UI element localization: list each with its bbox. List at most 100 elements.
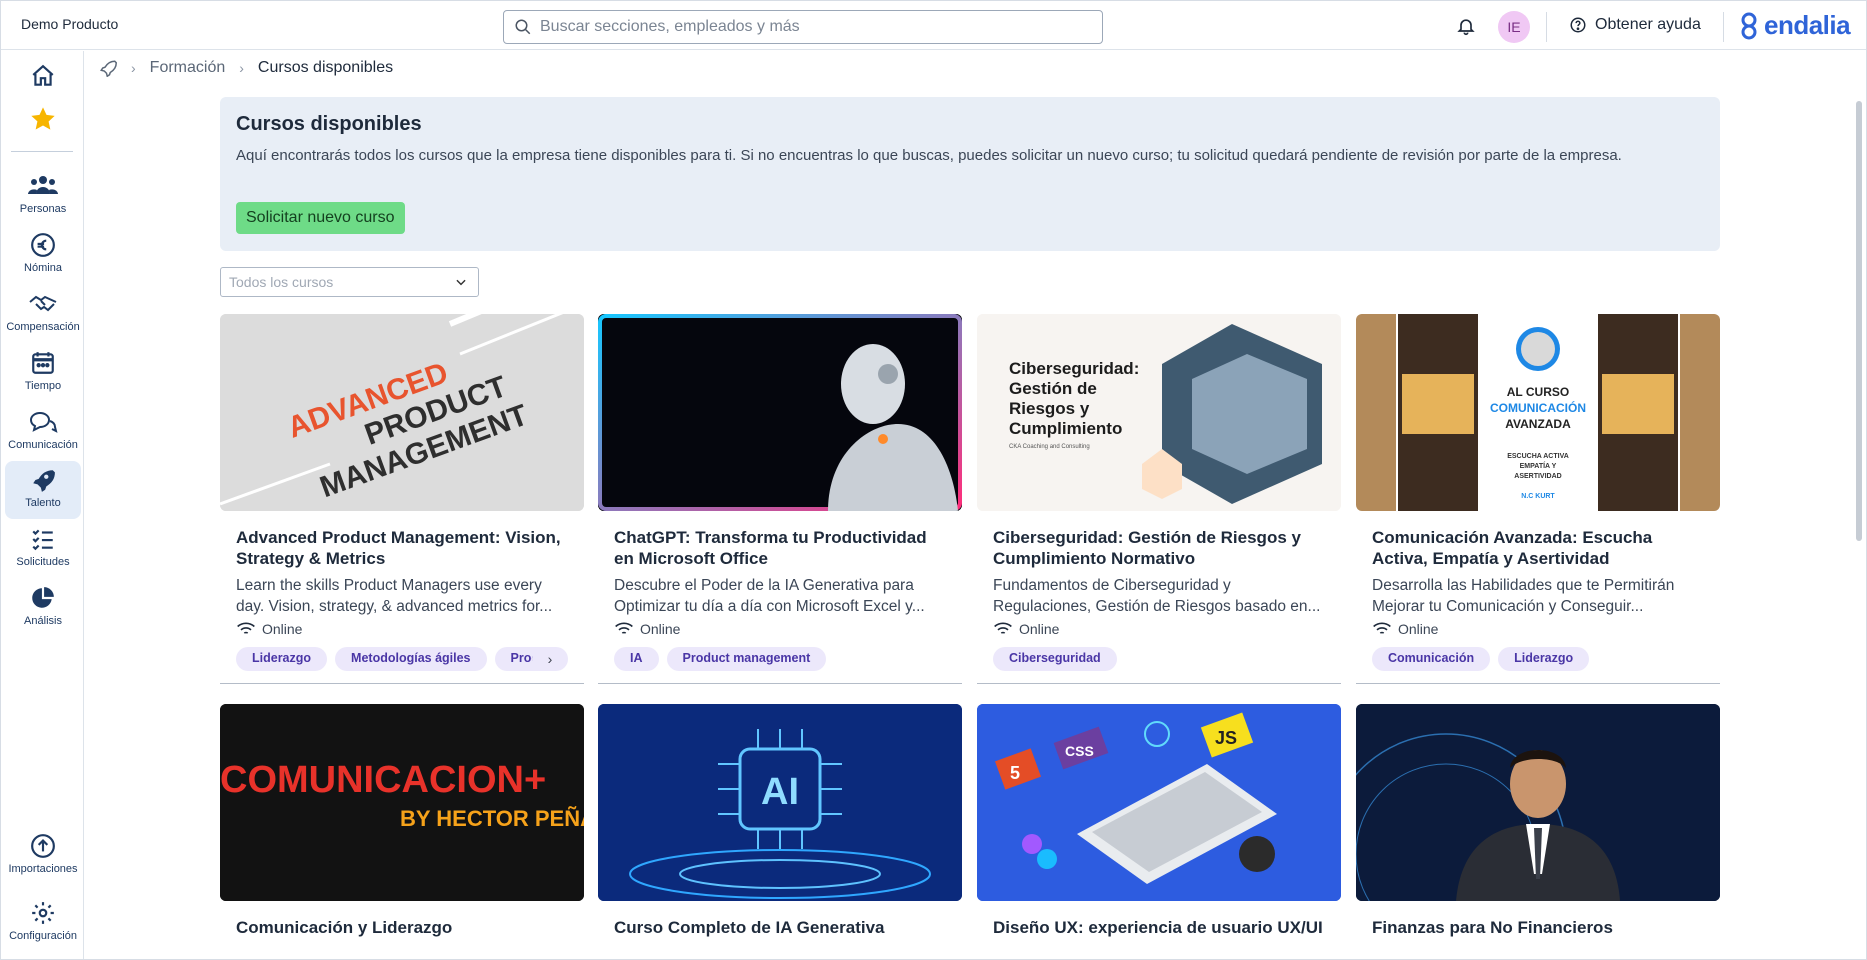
card-divider [220,683,584,684]
course-thumbnail: Ciberseguridad: Gestión de Riesgos y Cum… [977,314,1341,511]
course-image: Ciberseguridad: Gestión de Riesgos y Cum… [977,314,1341,511]
sidebar-item-label: Talento [25,497,61,509]
thumb-text: COMUNICACION+ [220,759,546,801]
tag[interactable]: Metodologías ágiles [335,647,487,671]
breadcrumb-formacion[interactable]: Formación [150,59,226,77]
course-image: AI [598,704,962,901]
course-title[interactable]: Comunicación y Liderazgo [236,917,568,941]
course-card[interactable]: AI Curso Completo de IA Generativa [598,704,962,941]
course-thumbnail: AI [598,704,962,901]
page-title: Cursos disponibles [236,113,422,135]
sidebar-item-label: Tiempo [24,380,62,392]
euro-icon [31,233,55,257]
sidebar-item-configuracion[interactable]: Configuración [5,894,81,952]
thumb-text: JS [1215,728,1237,748]
thumb-text: CKA Coaching and Consulting [1009,444,1090,450]
course-card[interactable]: ChatGPT: Transforma tu Productividad en … [598,314,962,684]
course-mode-label: Online [1019,621,1060,637]
bell-icon[interactable] [1456,15,1476,37]
sidebar-item-home[interactable] [5,57,81,97]
course-card[interactable]: ADVANCED PRODUCT MANAGEMENT Advanced Pro… [220,314,584,684]
course-image: AL CURSO COMUNICACIÓN AVANZADA ESCUCHA A… [1356,314,1720,511]
sidebar-item-compensacion[interactable]: Compensación [5,285,81,343]
course-tags: IA Product management [614,647,946,671]
course-title[interactable]: Ciberseguridad: Gestión de Riesgos y Cum… [993,527,1325,569]
sidebar-item-label: Solicitudes [16,556,70,568]
thumb-text: Cumplimiento [1009,419,1122,438]
course-card[interactable]: Finanzas para No Financieros [1356,704,1720,941]
info-panel: Cursos disponibles Aquí encontrarás todo… [220,97,1720,251]
thumb-text: Riesgos y [1009,399,1090,418]
request-course-button[interactable]: Solicitar nuevo curso [236,202,405,234]
sidebar-item-favorites[interactable] [5,99,81,139]
divider [1723,12,1724,42]
sidebar-item-comunicacion[interactable]: Comunicación [5,403,81,461]
tag[interactable]: Liderazgo [236,647,328,671]
course-image [598,314,962,511]
sidebar-item-label: Importaciones [8,863,78,875]
course-title[interactable]: Comunicación Avanzada: Escucha Activa, E… [1372,527,1704,569]
course-mode-label: Online [262,621,303,637]
global-search[interactable] [503,10,1103,44]
app-window: Demo Producto IE Obtener ayuda endalia P… [0,0,1867,960]
tag[interactable]: Ciberseguridad [993,647,1117,671]
course-filter-value: Todos los cursos [229,274,334,290]
wifi-icon [237,622,255,634]
help-label: Obtener ayuda [1595,16,1701,33]
thumb-text: EMPATÍA Y [1520,461,1557,470]
course-image: COMUNICACION+ BY HECTOR PEÑA [220,704,584,901]
chevron-right-icon: › [239,60,244,76]
help-button[interactable]: Obtener ayuda [1569,16,1701,34]
sidebar-item-label: Configuración [9,930,77,942]
brand-name: endalia [1764,10,1851,40]
course-image: 5 CSS JS [977,704,1341,901]
rocket-icon[interactable] [99,59,117,77]
scrollbar-thumb[interactable] [1856,101,1862,541]
sidebar-item-talento[interactable]: Talento [5,461,81,519]
tags-scroll-button[interactable]: › [532,647,568,671]
card-divider [977,683,1341,684]
home-icon [32,64,54,86]
tag[interactable]: IA [614,647,659,671]
sidebar: Personas Nómina Compensación Tiempo Comu… [1,51,84,959]
course-card[interactable]: 5 CSS JS Diseño UX: experiencia de usuar… [977,704,1341,941]
search-input[interactable] [540,18,1080,36]
company-name[interactable]: Demo Producto [21,16,118,32]
thumb-text: Ciberseguridad: [1009,359,1139,378]
course-title[interactable]: ChatGPT: Transforma tu Productividad en … [614,527,946,569]
sidebar-item-solicitudes[interactable]: Solicitudes [5,520,81,578]
course-thumbnail [598,314,962,511]
wifi-icon [994,622,1012,634]
sidebar-item-personas[interactable]: Personas [5,167,81,225]
course-card[interactable]: AL CURSO COMUNICACIÓN AVANZADA ESCUCHA A… [1356,314,1720,684]
course-card[interactable]: Ciberseguridad: Gestión de Riesgos y Cum… [977,314,1341,684]
course-title[interactable]: Finanzas para No Financieros [1372,917,1704,941]
course-filter-select[interactable]: Todos los cursos [220,267,479,297]
course-mode: Online [614,621,946,637]
thumb-text: Gestión de [1009,379,1097,398]
course-thumbnail: AL CURSO COMUNICACIÓN AVANZADA ESCUCHA A… [1356,314,1720,511]
course-tags: Liderazgo Metodologías ágiles Prod › [236,647,568,671]
course-description: Fundamentos de Ciberseguridad y Regulaci… [993,577,1321,615]
thumb-text: AL CURSO [1507,385,1569,399]
course-description: Descubre el Poder de la IA Generativa pa… [614,577,925,615]
sidebar-item-analisis[interactable]: Análisis [5,579,81,637]
sidebar-item-importaciones[interactable]: Importaciones [5,827,81,885]
course-title[interactable]: Advanced Product Management: Vision, Str… [236,527,568,569]
star-icon [31,107,55,130]
sidebar-item-tiempo[interactable]: Tiempo [5,344,81,402]
tag[interactable]: Product management [666,647,827,671]
tag[interactable]: Comunicación [1372,647,1491,671]
course-description: Desarrolla las Habilidades que te Permit… [1372,577,1675,615]
brand-logo[interactable]: endalia [1738,10,1851,41]
chevron-down-icon [456,279,466,286]
course-card[interactable]: COMUNICACION+ BY HECTOR PEÑA Comunicació… [220,704,584,941]
course-title[interactable]: Diseño UX: experiencia de usuario UX/UI [993,917,1325,941]
tag[interactable]: Liderazgo [1498,647,1590,671]
sidebar-item-nomina[interactable]: Nómina [5,226,81,284]
avatar[interactable]: IE [1498,11,1530,43]
course-mode: Online [1372,621,1704,637]
course-title[interactable]: Curso Completo de IA Generativa [614,917,946,941]
rocket-icon [33,470,55,492]
course-mode: Online [993,621,1325,637]
